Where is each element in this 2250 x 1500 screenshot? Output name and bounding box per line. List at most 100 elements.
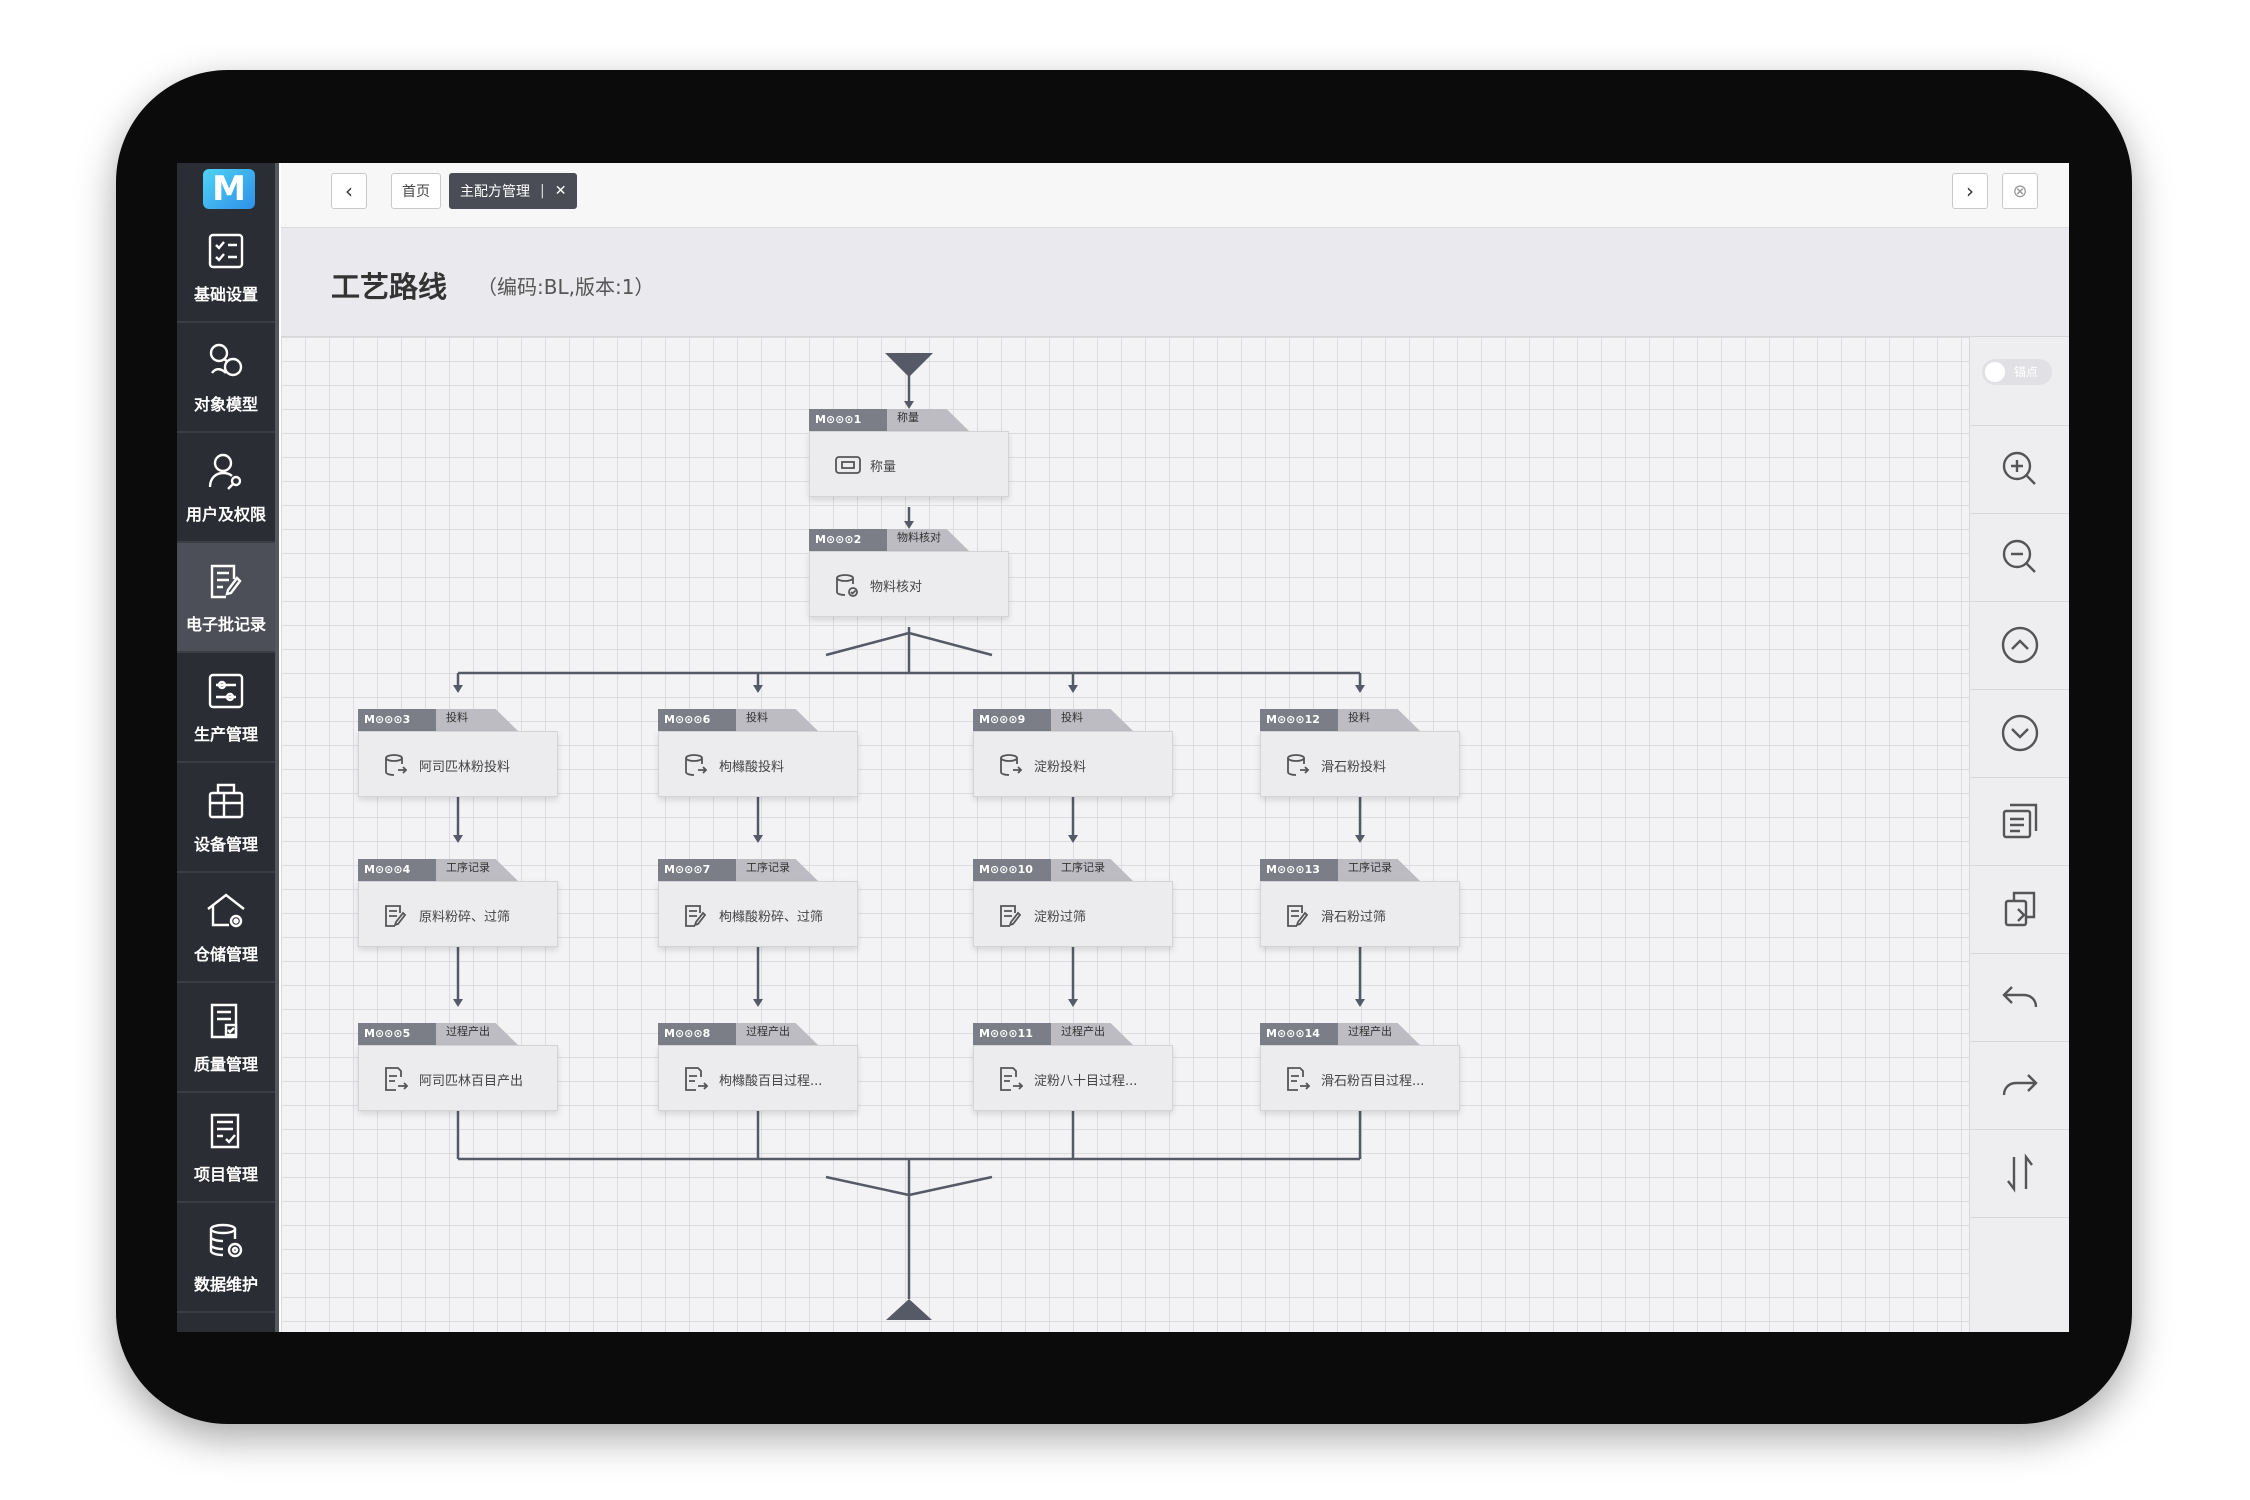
node-label: 淀粉过筛 [1034, 910, 1087, 925]
tab-divider: | [540, 183, 545, 199]
node-body: 滑石粉投料 [1260, 731, 1460, 797]
sidebar-item-users[interactable]: 用户及权限 [177, 433, 275, 543]
scale-icon [835, 456, 861, 474]
sidebar-item-label: 质量管理 [193, 1055, 258, 1074]
database-icon [209, 1223, 243, 1258]
sidebar-item-warehouse[interactable]: 仓储管理 [177, 873, 275, 983]
undo-button[interactable] [1970, 953, 2069, 1042]
node-code: M⊙⊙⊙1 [809, 409, 887, 431]
flow-node[interactable]: M⊙⊙⊙1 称量 称量 [809, 409, 1009, 511]
canvas-toolbox: 锚点 [1969, 337, 2069, 1332]
sidebar-item-label: 生产管理 [193, 725, 258, 744]
tab-home[interactable]: 首页 [391, 173, 441, 209]
record-icon [385, 905, 407, 927]
node-body: 枸橼酸粉碎、过筛 [658, 881, 858, 947]
main-area: ‹ 首页 主配方管理 | ✕ › ⊗ 工艺路线 （编码:BL,版本:1） M⊙⊙… [281, 163, 2069, 1332]
feed-icon [685, 754, 708, 776]
sidebar-item-object-model[interactable]: 对象模型 [177, 323, 275, 433]
node-label: 阿司匹林粉投料 [419, 760, 511, 775]
node-code: M⊙⊙⊙13 [1260, 859, 1338, 881]
zoom-out-button[interactable] [1970, 513, 2069, 602]
flow-node[interactable]: M⊙⊙⊙11 过程产出 淀粉八十目过程... [973, 1023, 1173, 1125]
node-label: 称量 [870, 460, 897, 475]
zoom-in-button[interactable] [1970, 425, 2069, 514]
tabs-prev-button[interactable]: ‹ [331, 173, 367, 209]
zoom-out-icon [2002, 539, 2036, 573]
tabs-next-button[interactable]: › [1952, 173, 1988, 209]
flow-node[interactable]: M⊙⊙⊙4 工序记录 原料粉碎、过筛 [358, 859, 558, 961]
node-type: 称量 [897, 411, 919, 424]
feed-icon [1287, 754, 1310, 776]
node-type: 过程产出 [746, 1025, 790, 1038]
sidebar-item-label: 仓储管理 [193, 945, 258, 964]
output-icon [1287, 1067, 1311, 1091]
scroll-up-button[interactable] [1970, 601, 2069, 690]
sidebar-item-batch-record[interactable]: 电子批记录 [177, 543, 275, 653]
flow-node[interactable]: M⊙⊙⊙10 工序记录 淀粉过筛 [973, 859, 1173, 961]
sidebar-item-project[interactable]: 项目管理 [177, 1093, 275, 1203]
node-type: 物料核对 [897, 531, 941, 544]
node-label: 滑石粉百目过程... [1321, 1074, 1425, 1089]
sort-icon [2007, 1153, 2033, 1193]
node-label: 淀粉八十目过程... [1034, 1074, 1138, 1089]
record-icon [1287, 905, 1309, 927]
scroll-up-icon [2001, 626, 2039, 664]
flow-node[interactable]: M⊙⊙⊙7 工序记录 枸橼酸粉碎、过筛 [658, 859, 858, 961]
node-code: M⊙⊙⊙10 [973, 859, 1051, 881]
flow-node[interactable]: M⊙⊙⊙14 过程产出 滑石粉百目过程... [1260, 1023, 1460, 1125]
sidebar-item-data[interactable]: 数据维护 [177, 1203, 275, 1313]
redo-icon [2002, 1074, 2038, 1096]
sidebar-item-label: 项目管理 [193, 1165, 258, 1184]
node-type: 过程产出 [446, 1025, 490, 1038]
node-label: 淀粉投料 [1034, 760, 1087, 775]
flow-node[interactable]: M⊙⊙⊙3 投料 阿司匹林粉投料 [358, 709, 558, 811]
paste-button[interactable] [1970, 865, 2069, 954]
toggle-label: 锚点 [2014, 365, 2039, 379]
flow-node[interactable]: M⊙⊙⊙9 投料 淀粉投料 [973, 709, 1173, 811]
anchor-toggle-switch[interactable]: 锚点 [1982, 359, 2052, 385]
node-code: M⊙⊙⊙11 [973, 1023, 1051, 1045]
project-icon [210, 1113, 240, 1149]
node-label: 原料粉碎、过筛 [419, 910, 511, 925]
flow-node[interactable]: M⊙⊙⊙5 过程产出 阿司匹林百目产出 [358, 1023, 558, 1125]
flow-node[interactable]: M⊙⊙⊙12 投料 滑石粉投料 [1260, 709, 1460, 811]
node-type: 工序记录 [746, 861, 790, 874]
sidebar-scrollbar[interactable] [275, 163, 279, 1332]
tab-label: 主配方管理 [460, 184, 530, 200]
node-body: 滑石粉百目过程... [1260, 1045, 1460, 1111]
sort-button[interactable] [1970, 1129, 2069, 1218]
node-code: M⊙⊙⊙6 [658, 709, 736, 731]
quality-icon [210, 1003, 238, 1039]
tab-recipe-management[interactable]: 主配方管理 | ✕ [449, 173, 578, 209]
node-type: 过程产出 [1348, 1025, 1392, 1038]
sidebar-item-basic-settings[interactable]: 基础设置 [177, 213, 275, 323]
copy-button[interactable] [1970, 777, 2069, 866]
close-all-tabs-icon[interactable]: ⊗ [2002, 173, 2038, 209]
node-label: 枸橼酸百目过程... [719, 1074, 823, 1089]
node-body: 原料粉碎、过筛 [358, 881, 558, 947]
sidebar-item-production[interactable]: 生产管理 [177, 653, 275, 763]
sidebar-item-equipment[interactable]: 设备管理 [177, 763, 275, 873]
flow-node[interactable]: M⊙⊙⊙6 投料 枸橼酸投料 [658, 709, 858, 811]
scroll-down-button[interactable] [1970, 689, 2069, 778]
undo-icon [2002, 986, 2038, 1008]
list-settings-icon [208, 233, 244, 269]
node-code: M⊙⊙⊙2 [809, 529, 887, 551]
redo-button[interactable] [1970, 1041, 2069, 1130]
sidebar-item-label: 数据维护 [193, 1275, 258, 1294]
user-key-icon [208, 453, 242, 490]
flow-node[interactable]: M⊙⊙⊙13 工序记录 滑石粉过筛 [1260, 859, 1460, 961]
anchor-toggle[interactable]: 锚点 [1970, 337, 2069, 426]
output-icon [1000, 1067, 1024, 1091]
feed-icon [1000, 754, 1023, 776]
sidebar-item-quality[interactable]: 质量管理 [177, 983, 275, 1093]
node-code: M⊙⊙⊙8 [658, 1023, 736, 1045]
node-code: M⊙⊙⊙3 [358, 709, 436, 731]
record-icon [1000, 905, 1022, 927]
flow-node[interactable]: M⊙⊙⊙2 物料核对 物料核对 [809, 529, 1009, 631]
sidebar-item-label: 用户及权限 [185, 505, 266, 524]
flow-canvas[interactable]: M⊙⊙⊙1 称量 称量 M⊙⊙⊙2 物料核对 物料核对 M⊙⊙⊙3 投料 阿司匹… [281, 337, 1969, 1332]
tab-close-icon[interactable]: ✕ [555, 183, 567, 199]
flow-node[interactable]: M⊙⊙⊙8 过程产出 枸橼酸百目过程... [658, 1023, 858, 1125]
node-type: 过程产出 [1061, 1025, 1105, 1038]
